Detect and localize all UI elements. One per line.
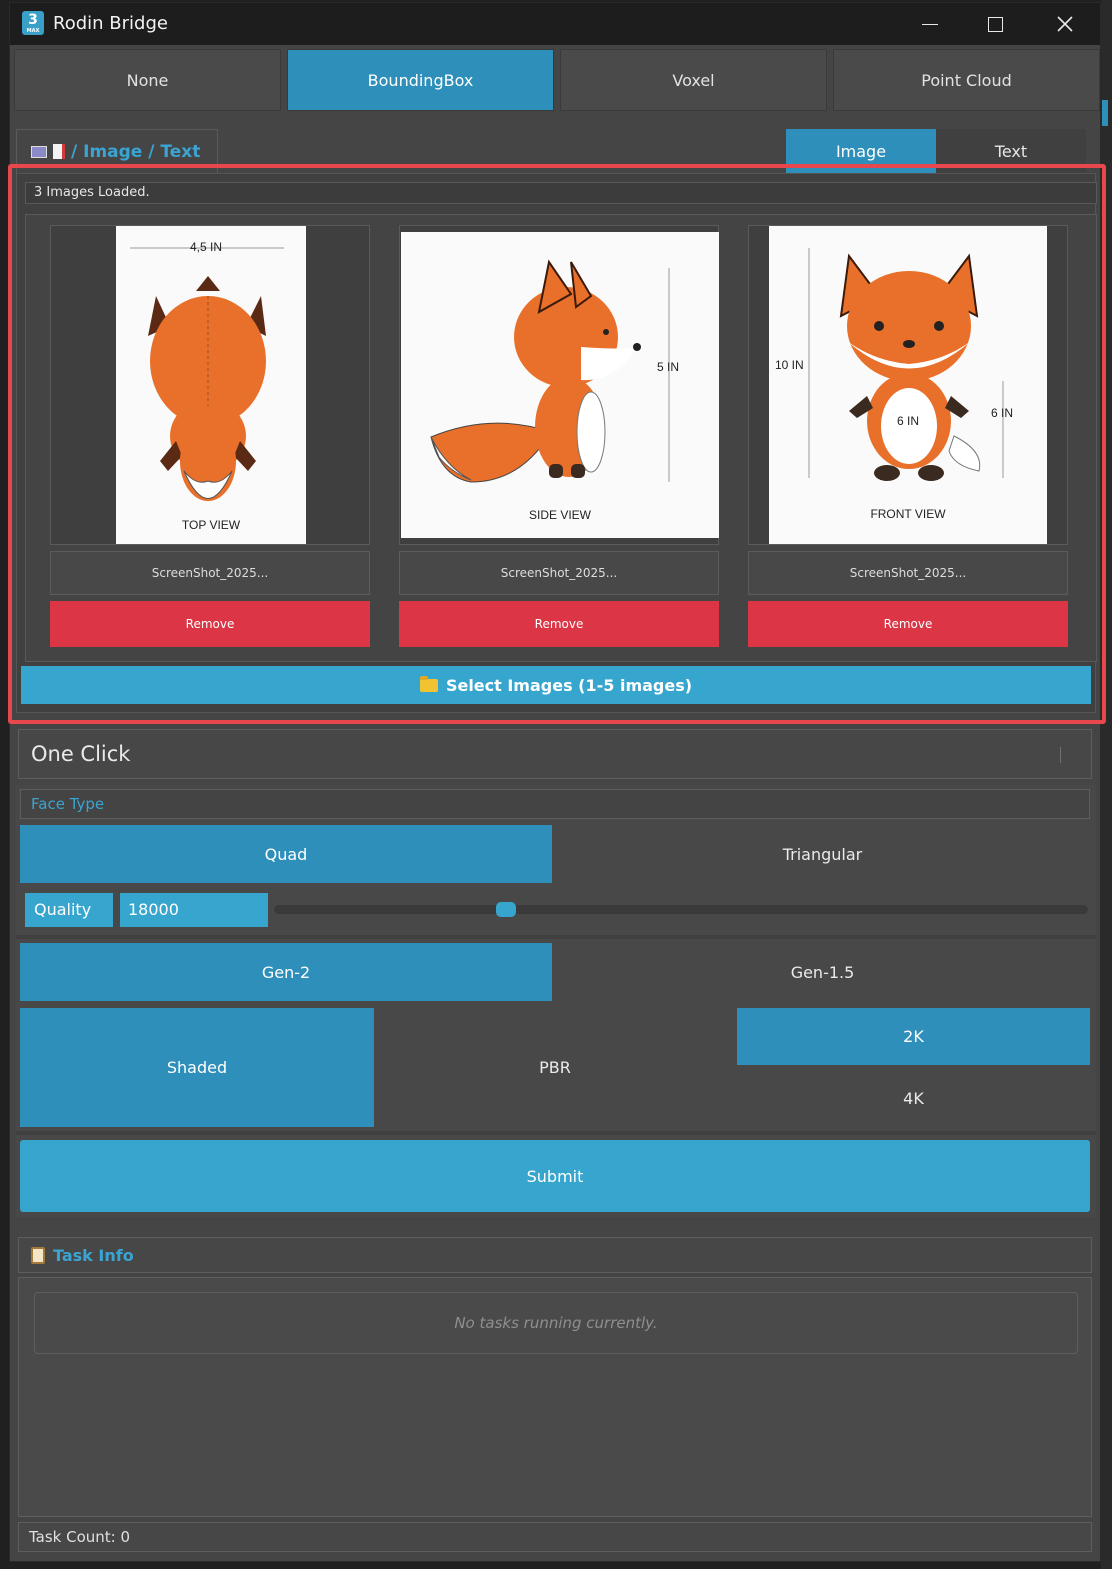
images-loaded-status: 3 Images Loaded.	[25, 182, 1097, 204]
top-view-image: 4,5 IN TOP VIEW	[116, 226, 306, 544]
front-view-height-dim: 10 IN	[775, 358, 804, 372]
task-info-title: Task Info	[53, 1245, 134, 1265]
conditioning-tabs: None BoundingBox Voxel Point Cloud	[14, 49, 1100, 111]
app-icon-sub: MAX	[26, 28, 40, 34]
side-view-caption: SIDE VIEW	[528, 508, 591, 522]
maximize-icon	[987, 16, 1003, 32]
image-filename: ScreenShot_2025...	[50, 551, 370, 595]
top-view-caption: TOP VIEW	[181, 518, 241, 532]
close-icon	[1057, 16, 1073, 32]
tab-none[interactable]: None	[14, 49, 281, 111]
image-cards-area: 4,5 IN TOP VIEW ScreenShot_2025... Remov…	[25, 214, 1097, 662]
tab-point-cloud[interactable]: Point Cloud	[833, 49, 1100, 111]
clipboard-icon	[31, 1246, 45, 1264]
minimize-button[interactable]	[895, 3, 965, 45]
material-pbr[interactable]: PBR	[378, 1008, 732, 1127]
face-type-label: Face Type	[20, 789, 1090, 819]
gen-1-5-option[interactable]: Gen-1.5	[555, 943, 1090, 1001]
image-thumbnail[interactable]: 4,5 IN TOP VIEW	[50, 225, 370, 545]
title-bar: 3 MAX Rodin Bridge	[10, 3, 1100, 45]
select-images-button[interactable]: Select Images (1-5 images)	[21, 666, 1091, 704]
task-empty-message: No tasks running currently.	[34, 1292, 1078, 1354]
material-shaded[interactable]: Shaded	[20, 1008, 374, 1127]
front-view-image: 10 IN 6 IN 6 IN FRONT VIEW	[769, 226, 1047, 544]
one-click-header[interactable]: One Click	[18, 729, 1092, 779]
submit-button[interactable]: Submit	[20, 1140, 1090, 1212]
image-thumbnail[interactable]: 10 IN 6 IN 6 IN FRONT VIEW	[748, 225, 1068, 545]
fox-front-view-drawing	[808, 248, 1004, 481]
close-button[interactable]	[1030, 3, 1100, 45]
quality-label: Quality	[25, 893, 113, 927]
task-info-header: Task Info	[18, 1237, 1092, 1273]
image-thumbnail[interactable]: 5 IN SIDE VIEW	[399, 225, 719, 545]
front-view-caption: FRONT VIEW	[870, 507, 946, 521]
folder-icon	[419, 675, 438, 692]
input-mode-label-text: / Image / Text	[71, 141, 201, 162]
divider	[16, 1131, 1096, 1135]
resolution-4k[interactable]: 4K	[737, 1069, 1090, 1127]
quality-input[interactable]	[120, 893, 268, 927]
top-view-width-dim: 4,5 IN	[190, 240, 223, 254]
remove-image-button[interactable]: Remove	[399, 601, 719, 647]
quality-slider-handle[interactable]	[496, 902, 517, 917]
fox-side-view-drawing	[430, 259, 670, 483]
document-icon	[53, 144, 65, 159]
divider	[16, 935, 1096, 939]
task-count: Task Count: 0	[18, 1522, 1092, 1552]
side-view-height-dim: 5 IN	[657, 360, 680, 374]
face-type-triangular[interactable]: Triangular	[555, 825, 1090, 883]
image-panel: 3 Images Loaded. 4,5 IN TOP VIEW ScreenS…	[16, 173, 1097, 713]
side-view-image: 5 IN SIDE VIEW	[401, 232, 719, 538]
quality-slider-track[interactable]	[274, 905, 1088, 914]
image-icon	[31, 145, 47, 158]
gen-2-option[interactable]: Gen-2	[20, 943, 552, 1001]
front-view-lower-dim: 6 IN	[991, 406, 1014, 420]
tab-voxel[interactable]: Voxel	[560, 49, 827, 111]
tab-text[interactable]: Text	[936, 129, 1086, 173]
select-images-label: Select Images (1-5 images)	[445, 675, 693, 695]
remove-image-button[interactable]: Remove	[50, 601, 370, 647]
minimize-icon	[922, 23, 938, 25]
one-click-divider	[1060, 747, 1061, 763]
image-card: 4,5 IN TOP VIEW ScreenShot_2025... Remov…	[50, 225, 370, 647]
background-app-strip	[1101, 0, 1112, 1569]
front-view-body-dim: 6 IN	[897, 414, 920, 428]
tab-boundingbox[interactable]: BoundingBox	[287, 49, 554, 111]
image-filename: ScreenShot_2025...	[399, 551, 719, 595]
input-mode-label: / Image / Text	[16, 129, 218, 173]
image-card: 5 IN SIDE VIEW ScreenShot_2025... Remove	[399, 225, 719, 647]
fox-top-view-drawing	[130, 247, 284, 501]
input-mode-bar: / Image / Text Image Text	[16, 127, 1096, 173]
maximize-button[interactable]	[960, 3, 1030, 45]
app-icon-number: 3	[28, 12, 38, 28]
face-type-quad[interactable]: Quad	[20, 825, 552, 883]
image-card: 10 IN 6 IN 6 IN FRONT VIEW ScreenShot_20…	[748, 225, 1068, 647]
tab-image[interactable]: Image	[786, 129, 936, 173]
rodin-bridge-window: 3 MAX Rodin Bridge None BoundingBox Voxe…	[9, 2, 1101, 1562]
input-mode-tabs: Image Text	[786, 129, 1096, 173]
resolution-2k[interactable]: 2K	[737, 1008, 1090, 1065]
app-icon: 3 MAX	[22, 11, 44, 35]
background-app-accent	[1102, 100, 1108, 126]
image-filename: ScreenShot_2025...	[748, 551, 1068, 595]
window-title: Rodin Bridge	[53, 13, 168, 34]
remove-image-button[interactable]: Remove	[748, 601, 1068, 647]
